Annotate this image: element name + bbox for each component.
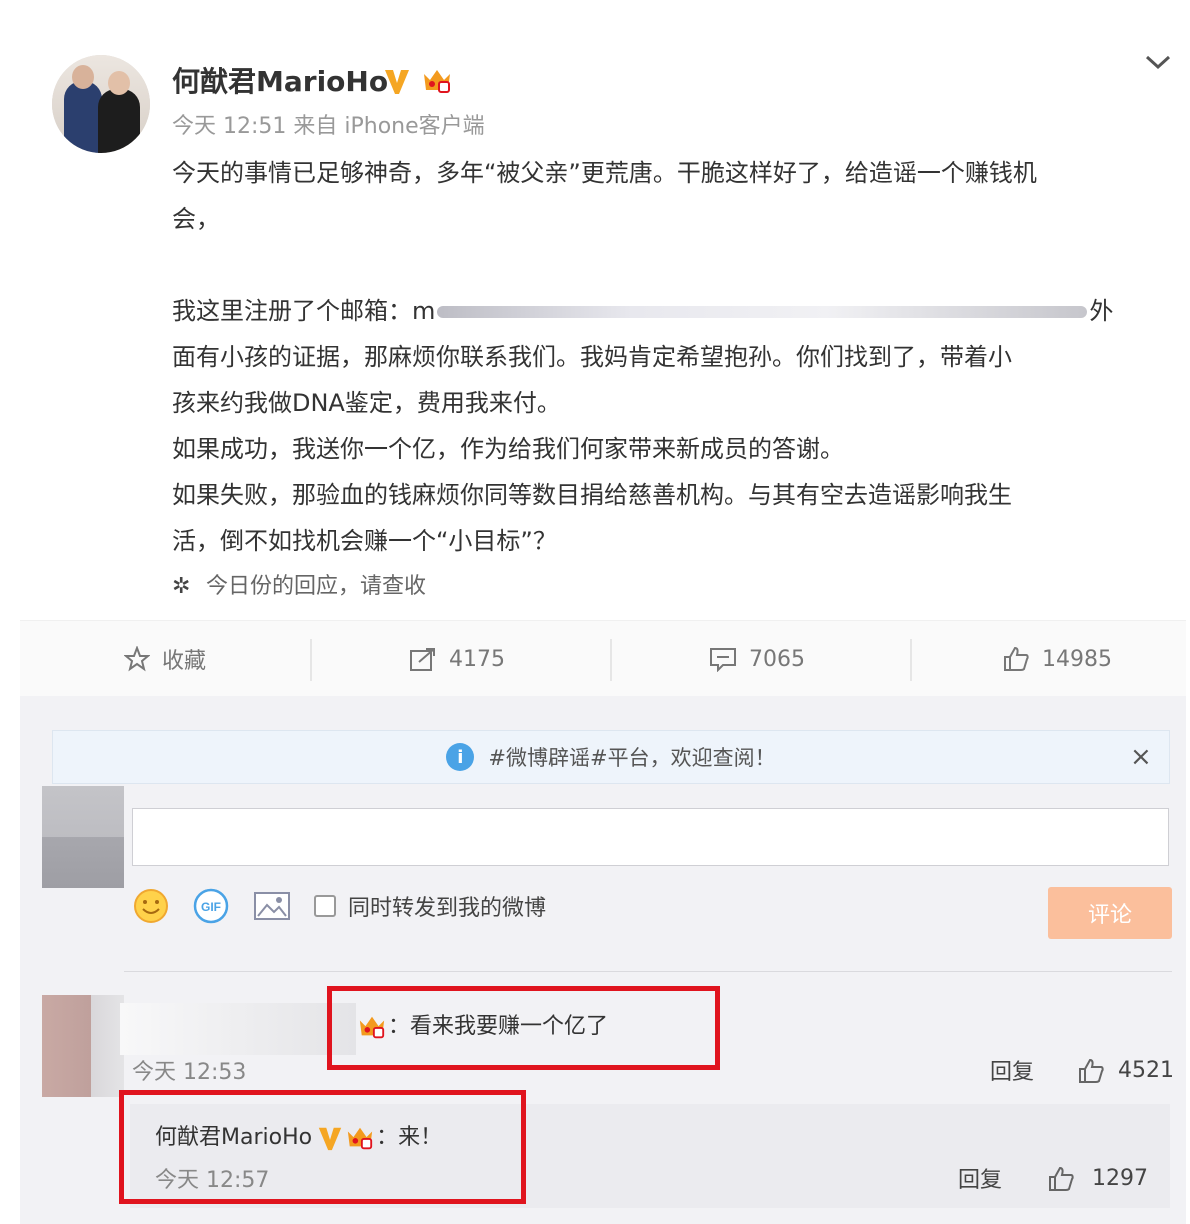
commenter-name-redacted — [120, 1003, 356, 1055]
thumbs-up-icon — [1004, 646, 1029, 671]
action-bar: 收藏 4175 7065 14985 — [20, 620, 1186, 696]
highlight-box — [119, 1090, 526, 1204]
post-line-email: 我这里注册了个邮箱：m 外 — [172, 288, 1172, 334]
gif-icon: GIF — [193, 888, 229, 924]
member-crown-icon — [424, 70, 450, 93]
post-line-suffix: 外 — [1089, 297, 1114, 325]
post-source-text: 今日份的回应，请查收 — [206, 574, 427, 599]
post-content: 今天的事情已足够神奇，多年“被父亲”更荒唐。干脆这样好了，给造谣一个赚钱机 会，… — [172, 150, 1172, 564]
divider — [124, 971, 1172, 972]
post-line: 我这里注册了个邮箱：m — [172, 297, 436, 325]
author-name[interactable]: 何猷君MarioHo — [172, 64, 388, 100]
repost-checkbox[interactable] — [314, 895, 336, 917]
reply-like-button[interactable]: 1297 — [1046, 1164, 1148, 1194]
repost-count: 4175 — [449, 646, 505, 672]
comment-button[interactable]: 7065 — [612, 621, 902, 697]
reply-button[interactable]: 回复 — [958, 1166, 1002, 1196]
author-avatar[interactable] — [52, 55, 150, 153]
comment-icon — [710, 648, 736, 672]
close-icon[interactable]: × — [1130, 744, 1152, 770]
my-avatar — [42, 786, 124, 888]
post-line: 如果成功，我送你一个亿，作为给我们何家带来新成员的答谢。 — [172, 435, 844, 463]
post-line: 如果失败，那验血的钱麻烦你同等数目捐给慈善机构。与其有空去造谣影响我生 — [172, 481, 1012, 509]
post-line: 今天的事情已足够神奇，多年“被父亲”更荒唐。干脆这样好了，给造谣一个赚钱机 — [172, 159, 1037, 187]
gif-button[interactable]: GIF — [192, 887, 230, 925]
emoji-button[interactable] — [132, 887, 170, 925]
comment-like-count: 4521 — [1118, 1058, 1174, 1083]
info-icon: i — [446, 743, 475, 771]
image-icon — [254, 892, 290, 920]
comment-count: 7065 — [749, 646, 805, 672]
email-redaction — [437, 306, 1088, 318]
post-line-blank — [172, 242, 1172, 288]
thumbs-up-icon — [1049, 1166, 1074, 1191]
highlight-box — [327, 986, 720, 1070]
composer-toolbar: GIF 同时转发到我的微博 — [132, 884, 546, 928]
post-line: 活，倒不如找机会赚一个“小目标”？ — [172, 527, 557, 555]
reply-like-count: 1297 — [1092, 1166, 1148, 1191]
notice-text: #微博辟谣#平台，欢迎查阅！ — [488, 746, 776, 770]
rumor-notice-banner[interactable]: i #微博辟谣#平台，欢迎查阅！ — [52, 730, 1170, 784]
comment-input[interactable] — [132, 808, 1169, 866]
post-line: 孩来约我做DNA鉴定，费用我来付。 — [172, 389, 561, 417]
smiley-icon — [134, 889, 168, 923]
thumbs-up-icon — [1079, 1058, 1104, 1083]
post-line: 会， — [172, 205, 220, 233]
commenter-avatar[interactable] — [42, 995, 124, 1097]
post-line: 面有小孩的证据，那麻烦你联系我们。我妈肯定希望抱孙。你们找到了，带着小 — [172, 343, 1012, 371]
favorite-label: 收藏 — [161, 649, 206, 674]
post-meta: 今天 12:51 来自 iPhone客户端 — [172, 114, 485, 139]
svg-text:GIF: GIF — [201, 900, 221, 914]
reply-button[interactable]: 回复 — [990, 1058, 1034, 1088]
repost-checkbox-label[interactable]: 同时转发到我的微博 — [348, 890, 546, 922]
repost-button[interactable]: 4175 — [312, 621, 602, 697]
comment-time: 今天 12:53 — [132, 1060, 247, 1085]
like-button[interactable]: 14985 — [912, 621, 1190, 697]
comment-like-button[interactable]: 4521 — [1076, 1056, 1174, 1086]
chevron-down-icon[interactable] — [1144, 52, 1172, 72]
share-icon — [410, 648, 435, 671]
favorite-button[interactable]: 收藏 — [20, 621, 310, 697]
star-icon — [123, 646, 150, 672]
like-count: 14985 — [1042, 646, 1112, 672]
post-source[interactable]: ✲ 今日份的回应，请查收 — [172, 572, 426, 602]
submit-comment-button[interactable]: 评论 — [1048, 887, 1172, 939]
verified-v-icon — [385, 70, 409, 94]
sparkle-icon: ✲ — [172, 574, 191, 599]
image-button[interactable] — [252, 889, 292, 923]
